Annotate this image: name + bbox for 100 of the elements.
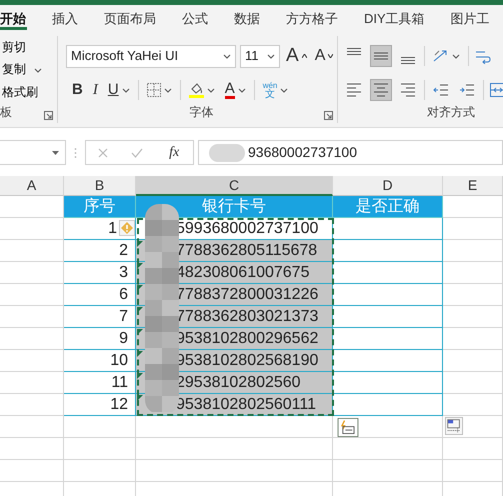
warning-icon[interactable] — [119, 220, 135, 236]
group-label: 对齐方式 — [426, 104, 476, 121]
empty-cell[interactable] — [443, 284, 503, 306]
formula-text: 93680002737100 — [248, 143, 358, 162]
empty-cell[interactable] — [0, 284, 64, 306]
empty-cell[interactable] — [0, 394, 64, 416]
table-cell: 7788362803021373 — [176, 308, 318, 325]
empty-cell[interactable] — [0, 306, 64, 328]
table-cell: 1 — [108, 220, 117, 237]
empty-cell[interactable] — [443, 218, 503, 240]
column-header[interactable]: A — [0, 176, 64, 196]
table-cell: 7788362805115678 — [176, 242, 318, 259]
empty-cell[interactable] — [0, 328, 64, 350]
dialog-launcher-icon[interactable] — [324, 111, 333, 120]
empty-cell[interactable] — [0, 262, 64, 284]
merge-cells-icon[interactable] — [490, 82, 503, 98]
empty-cell[interactable] — [136, 416, 333, 438]
align-center-icon — [373, 82, 389, 98]
clipboard-button[interactable]: 复制 — [0, 58, 57, 81]
empty-cell[interactable] — [0, 438, 64, 460]
font-size-dropdown[interactable]: 11 — [240, 44, 280, 68]
bold-button[interactable]: B — [70, 79, 85, 101]
align-middle-button[interactable] — [370, 45, 392, 67]
clipboard-button[interactable]: 格式刷 — [0, 80, 57, 103]
table-cell: 29538102802560 — [176, 374, 301, 391]
shrink-font-button[interactable]: A — [312, 45, 336, 67]
empty-cell[interactable] — [0, 372, 64, 394]
table-cell: 9538102802560111 — [176, 396, 316, 413]
caret-icon — [452, 52, 460, 60]
table-cell: 11 — [111, 374, 128, 391]
ribbon-tab[interactable]: 插入 — [39, 5, 91, 32]
paste-options-icon[interactable] — [337, 418, 359, 437]
ribbon-tab[interactable]: 图片工 — [438, 5, 503, 32]
empty-cell[interactable] — [0, 416, 64, 438]
group-label: 字体 — [190, 104, 214, 121]
table-cell: 2 — [119, 242, 128, 259]
empty-cell[interactable] — [333, 438, 443, 460]
empty-cell[interactable] — [0, 218, 64, 240]
empty-cell[interactable] — [136, 460, 333, 482]
paint-bucket-icon — [188, 82, 204, 98]
caret-icon — [280, 86, 288, 94]
empty-cell[interactable] — [443, 372, 503, 394]
ribbon-tab[interactable]: 页面布局 — [91, 5, 169, 32]
column-header[interactable]: D — [333, 176, 443, 196]
splitter-icon[interactable] — [74, 148, 77, 158]
caret-icon — [223, 52, 231, 60]
ribbon-tab[interactable]: 开始 — [0, 5, 39, 32]
empty-cell[interactable] — [443, 262, 503, 284]
font-color-button[interactable]: A — [222, 79, 248, 101]
enter-icon[interactable] — [131, 148, 144, 158]
empty-cell[interactable] — [64, 438, 136, 460]
empty-cell[interactable] — [443, 438, 503, 460]
quick-analysis-icon[interactable] — [445, 417, 463, 435]
empty-cell[interactable] — [443, 328, 503, 350]
column-header[interactable]: B — [64, 176, 136, 196]
empty-cell[interactable] — [443, 460, 503, 482]
column-header[interactable]: C — [136, 176, 333, 196]
table-cell: 12 — [110, 396, 128, 413]
empty-cell[interactable] — [0, 350, 64, 372]
empty-cell[interactable] — [443, 350, 503, 372]
formula-input[interactable]: 93680002737100 — [198, 140, 503, 165]
table-cell: 5993680002737100 — [176, 220, 318, 237]
header-cell: 序号 — [64, 196, 136, 218]
empty-cell[interactable] — [443, 240, 503, 262]
align-top-icon — [346, 48, 362, 55]
empty-cell[interactable] — [64, 460, 136, 482]
ribbon-tab[interactable]: 方方格子 — [273, 5, 351, 32]
cancel-icon[interactable] — [98, 148, 108, 158]
empty-cell[interactable] — [333, 460, 443, 482]
borders-icon — [146, 83, 161, 97]
empty-cell[interactable] — [443, 394, 503, 416]
table-cell: 9538102802568190 — [176, 352, 318, 369]
ribbon-tab[interactable]: 公式 — [169, 5, 221, 32]
table-cell: 482308061007675 — [176, 264, 310, 281]
empty-cell[interactable] — [443, 416, 503, 438]
empty-cell[interactable] — [0, 240, 64, 262]
dialog-launcher-icon[interactable] — [44, 111, 53, 120]
ribbon-tab[interactable]: DIY工具箱 — [351, 5, 438, 32]
empty-cell[interactable] — [333, 416, 443, 438]
clipboard-button[interactable]: 剪切 — [0, 36, 57, 58]
empty-cell[interactable] — [443, 306, 503, 328]
ribbon-tab[interactable]: 数据 — [221, 5, 273, 32]
empty-cell[interactable] — [136, 438, 333, 460]
font-name-dropdown[interactable]: Microsoft YaHei UI — [66, 44, 236, 68]
increase-indent-icon — [459, 82, 475, 98]
header-cell: 是否正确 — [333, 196, 443, 218]
empty-cell[interactable] — [64, 416, 136, 438]
empty-cell[interactable] — [0, 460, 64, 482]
group-label: 板 — [0, 104, 13, 121]
align-center-button[interactable] — [370, 79, 392, 101]
insert-function-button[interactable]: fx — [167, 142, 182, 164]
underline-button[interactable]: U — [106, 79, 132, 101]
table-cell: 10 — [110, 352, 128, 369]
name-box[interactable] — [0, 140, 66, 165]
italic-button[interactable]: I — [90, 79, 100, 101]
column-header[interactable]: E — [443, 176, 503, 196]
table-cell: 6 — [119, 286, 128, 303]
caret-icon — [122, 86, 130, 94]
align-bottom-icon — [400, 57, 416, 64]
grow-font-button[interactable]: A — [284, 45, 309, 67]
